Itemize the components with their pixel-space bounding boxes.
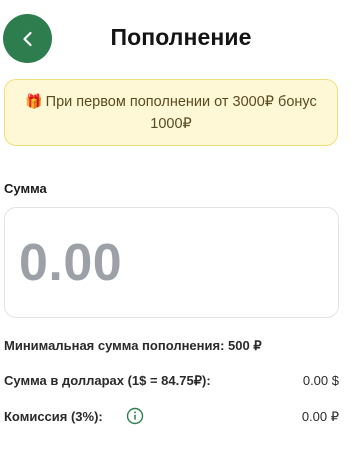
amount-label: Сумма [4,181,47,196]
promo-text: При первом пополнении от 3000₽ бонус 100… [45,94,317,132]
info-icon[interactable] [126,407,144,425]
gift-icon: 🎁 [25,93,43,109]
min-amount-text: Минимальная сумма пополнения: 500 ₽ [4,338,262,353]
page-title: Пополнение [110,24,252,50]
amount-field[interactable] [4,207,339,318]
commission-label: Комиссия (3%): [4,409,103,424]
amount-input[interactable] [19,230,319,296]
dollars-row: Сумма в долларах (1$ = 84.75₽): 0.00 $ [4,373,339,393]
promo-banner: 🎁 При первом пополнении от 3000₽ бонус 10… [4,79,338,146]
header: Пополнение [0,0,362,78]
dollars-label: Сумма в долларах (1$ = 84.75₽): [4,373,211,388]
commission-row: Комиссия (3%): 0.00 ₽ [4,407,339,429]
promo-content: 🎁 При первом пополнении от 3000₽ бонус 10… [19,90,323,135]
dollars-value: 0.00 $ [302,373,339,388]
commission-value: 0.00 ₽ [301,409,339,424]
